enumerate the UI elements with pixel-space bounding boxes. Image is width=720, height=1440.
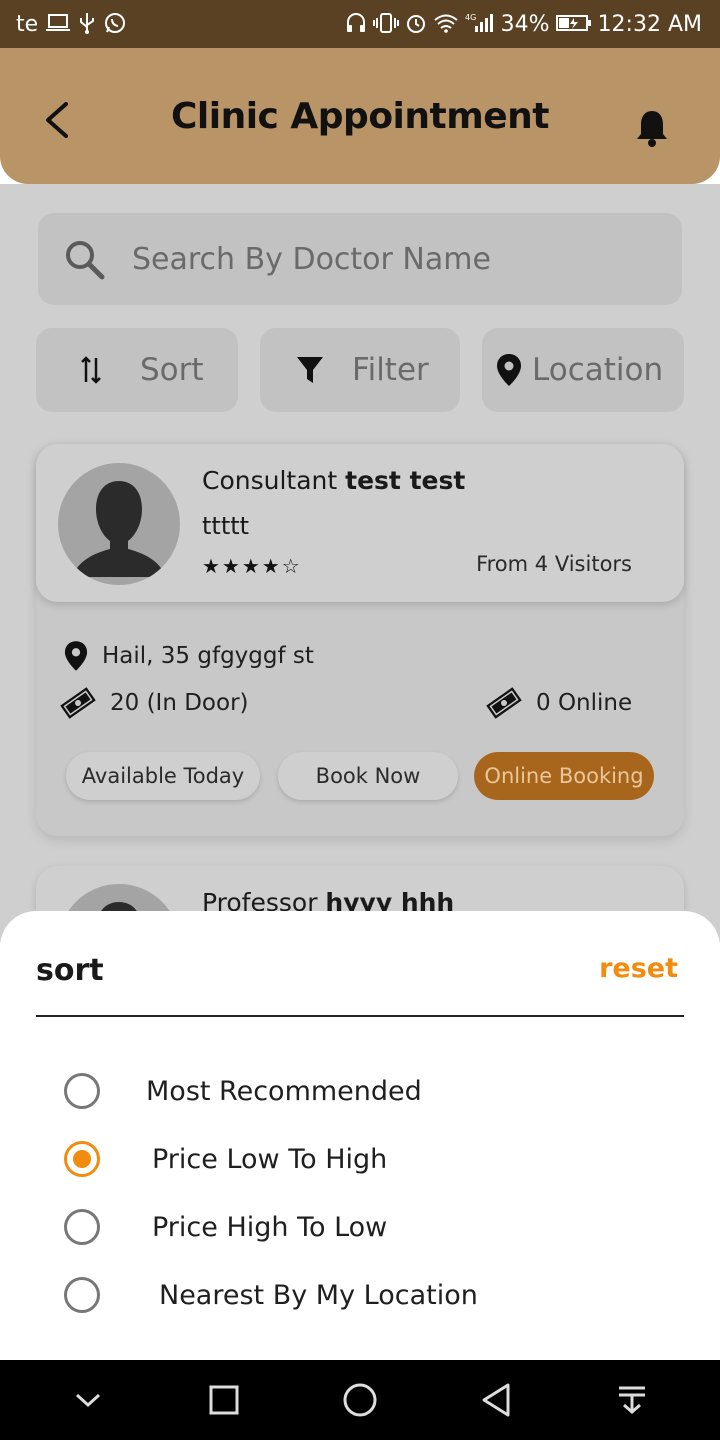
- page-title: Clinic Appointment: [170, 95, 550, 137]
- doctor-name-bold: test test: [345, 466, 466, 495]
- notifications-button[interactable]: [634, 108, 670, 148]
- sort-button[interactable]: Sort: [36, 328, 238, 412]
- sort-option-label: Most Recommended: [146, 1075, 422, 1107]
- battery-percent: 34%: [500, 11, 550, 37]
- pull-down-icon: [619, 1386, 645, 1414]
- triangle-back-icon: [482, 1383, 510, 1417]
- reset-button[interactable]: reset: [599, 953, 678, 984]
- filter-button[interactable]: Filter: [260, 328, 460, 412]
- signal-icon: 4G: [465, 12, 495, 37]
- filter-label: Filter: [352, 352, 429, 388]
- doctor-name: Consultant test test: [202, 466, 465, 495]
- search-icon: [66, 241, 105, 280]
- radio-button-selected[interactable]: [64, 1141, 100, 1177]
- status-right: 4G 34% 12:32 AM: [345, 12, 702, 37]
- sort-option-label: Price High To Low: [152, 1211, 388, 1243]
- sheet-title: sort: [36, 953, 104, 988]
- doctor-title: Consultant: [202, 466, 338, 495]
- network-type: 4G: [465, 13, 476, 22]
- status-left: te: [16, 12, 126, 37]
- doctor-card[interactable]: Consultant test test ttttt ★★★★☆ From 4 …: [36, 444, 684, 836]
- money-icon: [486, 687, 522, 719]
- online-price-row: 0 Online: [484, 684, 632, 722]
- book-now-button[interactable]: Book Now: [278, 752, 458, 800]
- address-row: Hail, 35 gfgyggf st: [64, 640, 314, 672]
- sort-option-most-recommended[interactable]: Most Recommended: [64, 1071, 422, 1111]
- wifi-icon: [433, 13, 459, 36]
- doctor-card-header: Consultant test test ttttt ★★★★☆ From 4 …: [36, 444, 684, 602]
- recents-button[interactable]: [200, 1376, 248, 1424]
- funnel-icon: [297, 357, 323, 383]
- online-price: 0 Online: [536, 690, 633, 716]
- back-nav-button[interactable]: [472, 1376, 520, 1424]
- sort-label: Sort: [140, 352, 204, 388]
- home-button[interactable]: [336, 1376, 384, 1424]
- available-today-button[interactable]: Available Today: [66, 752, 260, 800]
- divider: [36, 1015, 684, 1017]
- search-bar[interactable]: [38, 213, 682, 305]
- back-button[interactable]: [36, 98, 80, 142]
- status-bar: te 4G 34% 12:32 AM: [0, 0, 720, 48]
- location-pin-icon: [497, 354, 521, 386]
- money-icon: [60, 687, 96, 719]
- clock: 12:32 AM: [597, 11, 702, 37]
- in-door-price-row: 20 (In Door): [58, 684, 249, 722]
- circle-icon: [343, 1383, 377, 1417]
- sort-option-label: Nearest By My Location: [159, 1279, 478, 1311]
- back-arrow-icon: [46, 102, 68, 138]
- person-silhouette-icon: [72, 481, 166, 577]
- in-door-price: 20 (In Door): [110, 690, 249, 716]
- sort-arrows-icon: [81, 356, 101, 384]
- headphones-icon: [345, 12, 367, 37]
- usb-icon: [78, 12, 96, 37]
- whatsapp-icon: [104, 12, 126, 37]
- chevron-down-icon: [75, 1393, 101, 1408]
- address-text: Hail, 35 gfgyggf st: [102, 643, 314, 669]
- carrier-text: te: [16, 11, 39, 37]
- alarm-icon: [405, 12, 427, 37]
- sort-option-nearest-location[interactable]: Nearest By My Location: [64, 1275, 478, 1315]
- battery-charging-icon: [555, 13, 592, 36]
- square-icon: [209, 1385, 239, 1415]
- sort-option-label: Price Low To High: [152, 1143, 388, 1175]
- radio-button[interactable]: [64, 1073, 100, 1109]
- notification-pull-button[interactable]: [608, 1376, 656, 1424]
- bell-icon: [637, 111, 667, 147]
- sort-option-price-low-to-high[interactable]: Price Low To High: [64, 1139, 387, 1179]
- search-input[interactable]: [132, 241, 632, 277]
- visitors-count: From 4 Visitors: [476, 552, 632, 576]
- app-header: Clinic Appointment: [0, 48, 720, 184]
- sort-option-price-high-to-low[interactable]: Price High To Low: [64, 1207, 387, 1247]
- vibrate-icon: [372, 12, 399, 37]
- avatar: [58, 463, 180, 585]
- location-label: Location: [532, 352, 664, 388]
- system-nav-bar: [0, 1360, 720, 1440]
- sort-sheet: sort reset Most Recommended Price Low To…: [0, 911, 720, 1360]
- location-button[interactable]: Location: [482, 328, 684, 412]
- location-pin-icon: [64, 641, 88, 671]
- doctor-specialty: ttttt: [202, 512, 250, 540]
- online-booking-button[interactable]: Online Booking: [474, 752, 654, 800]
- laptop-icon: [46, 13, 71, 36]
- star-rating: ★★★★☆: [202, 554, 302, 578]
- radio-button[interactable]: [64, 1277, 100, 1313]
- radio-button[interactable]: [64, 1209, 100, 1245]
- collapse-button[interactable]: [64, 1376, 112, 1424]
